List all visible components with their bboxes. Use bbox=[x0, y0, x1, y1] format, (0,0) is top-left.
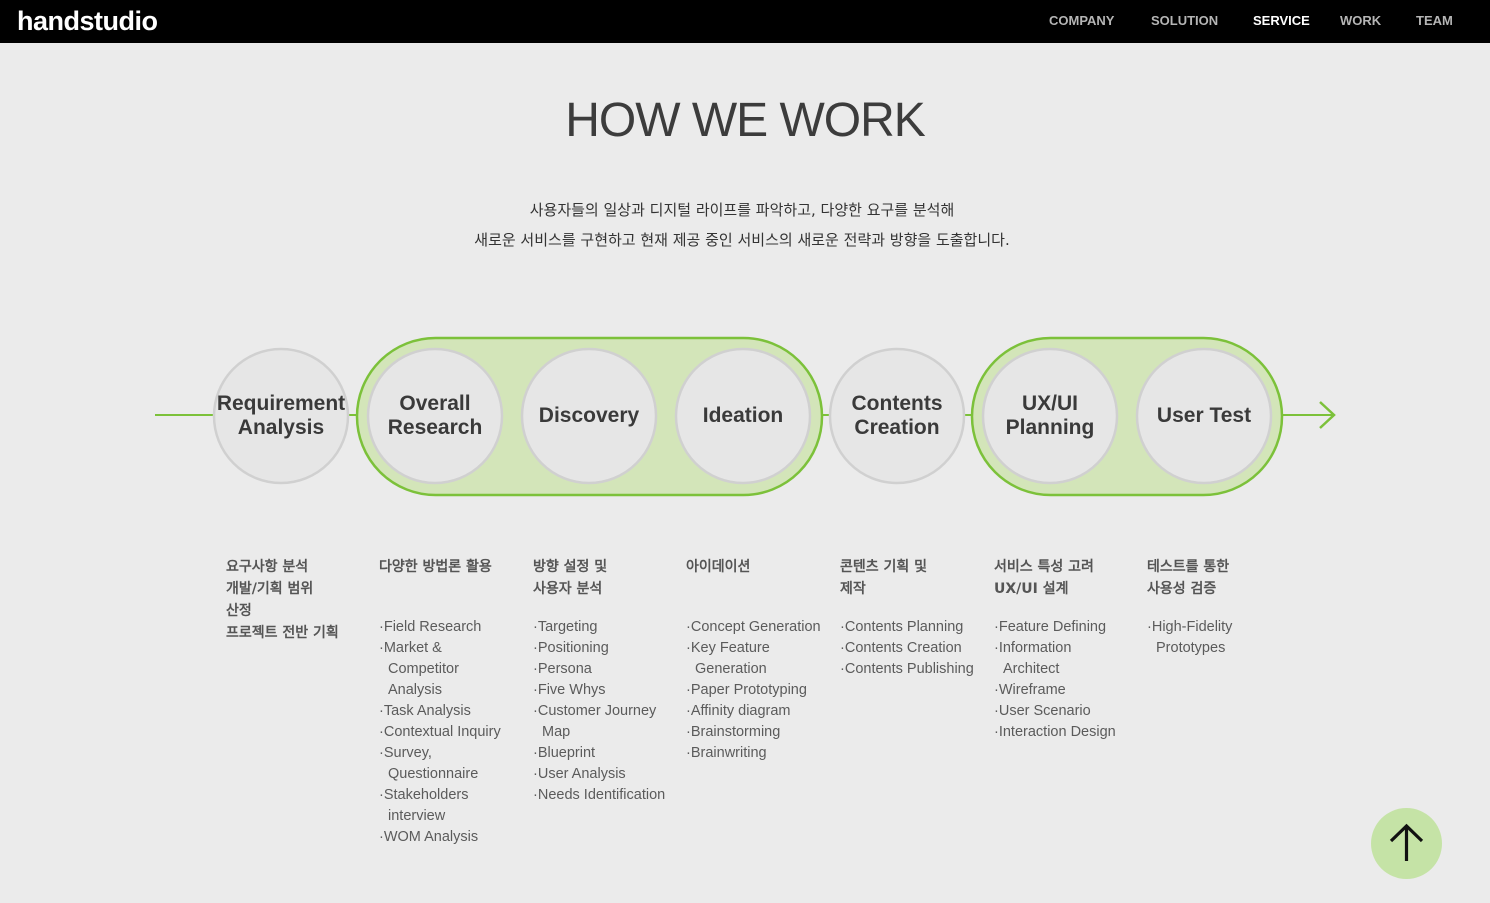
step-label-line: Analysis bbox=[237, 416, 325, 439]
list-item: WOM Analysis bbox=[379, 827, 515, 848]
list-item: User Analysis bbox=[533, 764, 669, 785]
list-item: Concept Generation bbox=[686, 617, 822, 638]
process-flow-diagram bbox=[155, 336, 1336, 497]
step-detail-discovery: 방향 설정 및 사용자 분석 Targeting Positioning Per… bbox=[533, 556, 669, 803]
step-detail-list: High-Fidelity Prototypes bbox=[1147, 617, 1283, 659]
step-label-discovery: Discovery bbox=[522, 404, 656, 428]
step-detail-heading: 방향 설정 및 사용자 분석 bbox=[533, 559, 608, 597]
step-detail-list: Concept Generation Key Feature Generatio… bbox=[686, 617, 822, 764]
step-label-line: Research bbox=[387, 416, 483, 439]
step-label-line: Ideation bbox=[702, 404, 784, 427]
step-detail-list: Field Research Market & Competitor Analy… bbox=[379, 617, 515, 848]
list-item: Task Analysis bbox=[379, 701, 515, 722]
list-item: Customer Journey Map bbox=[533, 701, 669, 743]
list-item: High-Fidelity Prototypes bbox=[1147, 617, 1283, 659]
step-label-line: User Test bbox=[1156, 404, 1252, 427]
list-item: Targeting bbox=[533, 617, 669, 638]
list-item: Key Feature Generation bbox=[686, 638, 822, 680]
step-label-line: Contents bbox=[851, 392, 943, 415]
step-label-line: Requirement bbox=[216, 392, 346, 415]
step-detail-list: Feature Defining Information Architect W… bbox=[994, 617, 1130, 743]
list-item: Contextual Inquiry bbox=[379, 722, 515, 743]
list-item: Information Architect bbox=[994, 638, 1130, 680]
step-label-line: Discovery bbox=[538, 404, 640, 427]
list-item: Market & Competitor Analysis bbox=[379, 638, 515, 701]
list-item: Survey, Questionnaire bbox=[379, 743, 515, 785]
step-detail-list: Targeting Positioning Persona Five Whys … bbox=[533, 617, 669, 806]
list-item: Brainwriting bbox=[686, 743, 822, 764]
step-label-ideation: Ideation bbox=[676, 404, 810, 428]
list-item: Field Research bbox=[379, 617, 515, 638]
step-label-user-test: User Test bbox=[1137, 404, 1271, 428]
step-detail-heading: 서비스 특성 고려 UX/UI 설계 bbox=[994, 559, 1094, 597]
step-label-line: UX/UI bbox=[1021, 392, 1078, 415]
list-item: Contents Publishing bbox=[840, 659, 976, 680]
step-label-line: Creation bbox=[854, 416, 940, 439]
scroll-to-top-button[interactable] bbox=[1371, 808, 1442, 879]
list-item: Affinity diagram bbox=[686, 701, 822, 722]
step-label-line: Overall bbox=[399, 392, 471, 415]
step-label-line: Planning bbox=[1005, 416, 1095, 439]
list-item: Brainstorming bbox=[686, 722, 822, 743]
step-detail-ux-ui-planning: 서비스 특성 고려 UX/UI 설계 Feature Defining Info… bbox=[994, 556, 1130, 740]
list-item: Blueprint bbox=[533, 743, 669, 764]
step-label-ux-ui-planning: UX/UI Planning bbox=[983, 392, 1117, 440]
step-detail-heading: 콘텐츠 기획 및 제작 bbox=[840, 559, 928, 597]
arrow-up-icon bbox=[1389, 823, 1424, 861]
step-label-contents-creation: Contents Creation bbox=[830, 392, 964, 440]
list-item: Five Whys bbox=[533, 680, 669, 701]
step-detail-requirement-analysis: 요구사항 분석 개발/기획 범위 산정 프로젝트 전반 기획 bbox=[226, 556, 362, 644]
list-item: Persona bbox=[533, 659, 669, 680]
step-detail-list: Contents Planning Contents Creation Cont… bbox=[840, 617, 976, 680]
list-item: Feature Defining bbox=[994, 617, 1130, 638]
list-item: User Scenario bbox=[994, 701, 1130, 722]
list-item: Interaction Design bbox=[994, 722, 1130, 743]
list-item: Stakeholders interview bbox=[379, 785, 515, 827]
step-detail-overall-research: 다양한 방법론 활용 Field Research Market & Compe… bbox=[379, 556, 515, 845]
step-detail-heading: 요구사항 분석 개발/기획 범위 산정 프로젝트 전반 기획 bbox=[226, 559, 339, 641]
step-detail-contents-creation: 콘텐츠 기획 및 제작 Contents Planning Contents C… bbox=[840, 556, 976, 677]
list-item: Contents Planning bbox=[840, 617, 976, 638]
step-detail-ideation: 아이데이션 Concept Generation Key Feature Gen… bbox=[686, 556, 822, 761]
step-detail-heading: 테스트를 통한 사용성 검증 bbox=[1147, 559, 1230, 597]
step-detail-user-test: 테스트를 통한 사용성 검증 High-Fidelity Prototypes bbox=[1147, 556, 1283, 656]
list-item: Needs Identification bbox=[533, 785, 669, 806]
step-detail-heading: 아이데이션 bbox=[686, 559, 751, 575]
list-item: Wireframe bbox=[994, 680, 1130, 701]
list-item: Paper Prototyping bbox=[686, 680, 822, 701]
list-item: Positioning bbox=[533, 638, 669, 659]
list-item: Contents Creation bbox=[840, 638, 976, 659]
step-detail-heading: 다양한 방법론 활용 bbox=[379, 559, 492, 575]
step-label-overall-research: Overall Research bbox=[368, 392, 502, 440]
step-label-requirement-analysis: Requirement Analysis bbox=[214, 392, 348, 440]
